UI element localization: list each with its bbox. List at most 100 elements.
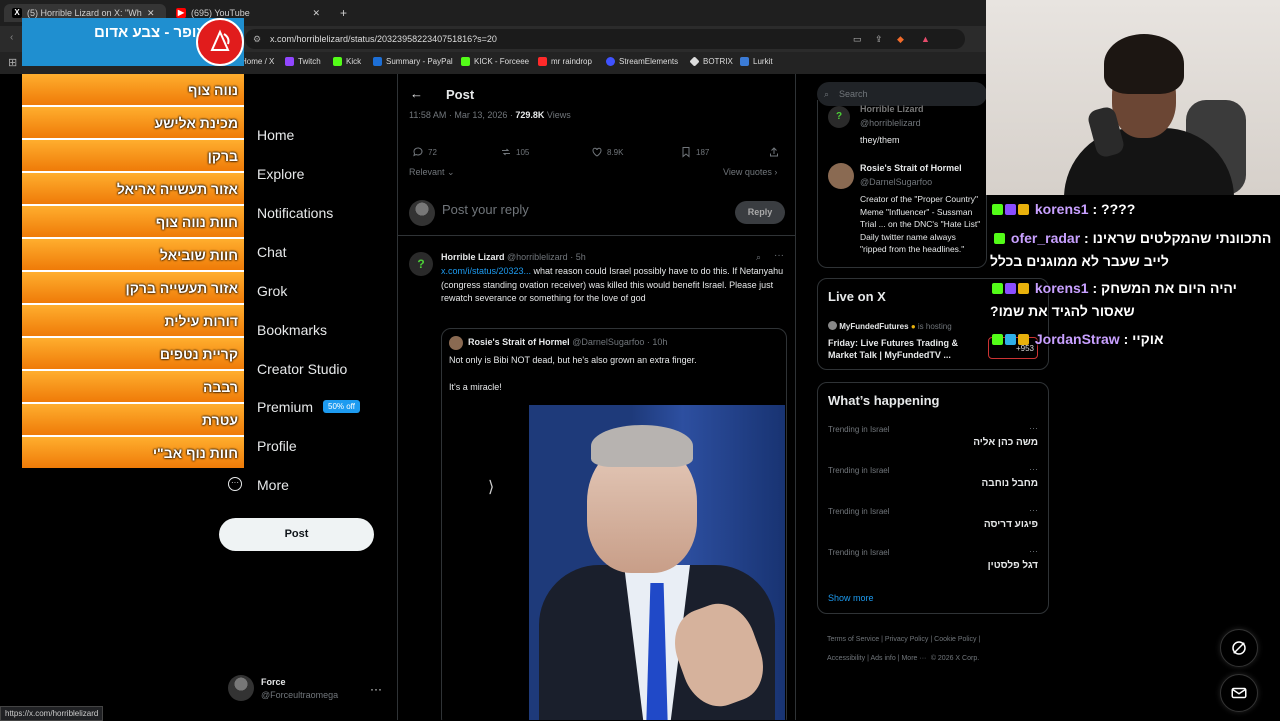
close-tab-icon[interactable]: ✕ (312, 8, 320, 19)
trend-more-icon[interactable]: ··· (1029, 505, 1038, 515)
bookmark-lurkit[interactable]: Lurkit (740, 57, 773, 66)
crown-badge-icon (1018, 334, 1029, 345)
bookmark-kick[interactable]: Kick (333, 57, 361, 66)
brave-shield-icon[interactable]: ◆ (897, 29, 904, 49)
nav-notifications[interactable]: Notifications (257, 205, 333, 221)
bookmark-mr-raindrop[interactable]: mr raindrop (538, 57, 592, 66)
live-title: Live on X (828, 289, 886, 304)
trend-more-icon[interactable]: ··· (1029, 423, 1038, 433)
chat-username: JordanStraw (1034, 331, 1120, 347)
tab-title: (695) YouTube (191, 8, 250, 18)
nav-home[interactable]: Home (257, 127, 294, 143)
footer-privacy[interactable]: Privacy Policy (885, 636, 929, 643)
person-name[interactable]: Horrible Lizard (860, 104, 924, 114)
lurkit-icon (740, 57, 749, 66)
live-event-title[interactable]: Friday: Live Futures Trading & Market Ta… (828, 337, 978, 361)
grok-button[interactable] (1220, 629, 1258, 667)
repost-stat[interactable]: 105 (500, 146, 529, 158)
red-alert-location: ברקן (22, 140, 244, 173)
chat-message: ofer_radar : התכוונתי שהמקלטים שראינו (994, 230, 1271, 246)
nav-bookmarks[interactable]: Bookmarks (257, 322, 327, 338)
address-bar[interactable]: ⚙ x.com/horriblelizard/status/2032395822… (245, 29, 965, 49)
nav-more[interactable]: More (257, 477, 289, 493)
trend-item[interactable]: מחבל נוחבה (982, 478, 1038, 489)
nav-profile[interactable]: Profile (257, 438, 297, 454)
video-player[interactable] (529, 405, 785, 720)
nav-explore[interactable]: Explore (257, 166, 304, 182)
footer-accessibility[interactable]: Accessibility (827, 655, 865, 662)
post-button[interactable]: Post (219, 518, 374, 551)
apps-grid-icon[interactable]: ⊞ (8, 56, 17, 69)
sidebar-footer: Terms of Service | Privacy Policy | Cook… (827, 636, 981, 662)
account-name[interactable]: Force (261, 677, 286, 687)
trend-item[interactable]: משה כהן אליה (973, 437, 1038, 448)
footer-ads-info[interactable]: Ads info (870, 655, 895, 662)
red-alert-location: אזור תעשייה אריאל (22, 173, 244, 206)
heart-icon (592, 147, 602, 157)
close-tab-icon[interactable]: ✕ (147, 8, 155, 19)
relevant-people-card: ? Horrible Lizard @horriblelizard they/t… (817, 100, 987, 268)
nav-creator-studio[interactable]: Creator Studio (257, 361, 347, 377)
nav-chat[interactable]: Chat (257, 244, 287, 260)
red-alert-locations: נווה צוף מכינת אלישע ברקן אזור תעשייה אריאל… (22, 74, 244, 468)
footer-more[interactable]: More ··· (901, 655, 926, 662)
tweet-time: · 5h (570, 252, 586, 262)
reply-button[interactable]: Reply (735, 201, 785, 224)
nav-grok[interactable]: Grok (257, 283, 287, 299)
bookmark-paypal[interactable]: Summary - PayPal (373, 57, 453, 66)
chat-message-continued: ?שאסור להגיד את שמו (990, 303, 1135, 319)
back-icon[interactable]: ‹ (10, 32, 13, 43)
bookmark-icon (682, 147, 690, 158)
bookmark-count: 187 (696, 147, 710, 157)
avatar[interactable] (228, 675, 254, 701)
views-label: Views (544, 110, 571, 120)
bookmark-botrix[interactable]: BOTRIX (689, 56, 733, 67)
new-tab-button[interactable]: + (332, 4, 355, 22)
share-icon[interactable]: ⇪ (875, 29, 883, 49)
quote-text-line2: It's a miracle! (449, 382, 502, 392)
trend-item[interactable]: פיגוע דריסה (984, 519, 1038, 530)
paypal-icon (373, 57, 382, 66)
bookmark-twitch[interactable]: Twitch (285, 57, 321, 66)
avatar[interactable]: ? (409, 252, 433, 276)
trend-more-icon[interactable]: ··· (1029, 546, 1038, 556)
avatar[interactable]: ? (828, 106, 850, 128)
tweet-link[interactable]: x.com/i/status/20323... (441, 266, 531, 276)
sort-dropdown[interactable]: Relevant ⌄ (409, 167, 455, 178)
messages-button[interactable] (1220, 674, 1258, 712)
site-settings-icon[interactable]: ⚙ (253, 29, 261, 49)
trend-item[interactable]: דגל פלסטין (988, 560, 1038, 571)
bookmark-streamelements[interactable]: StreamElements (606, 57, 678, 66)
carousel-prev-icon[interactable]: ⟩ (488, 477, 494, 497)
search-placeholder: Search (839, 89, 868, 99)
tweet-more-icon[interactable]: ··· (774, 250, 784, 261)
avatar[interactable] (828, 163, 854, 189)
rewards-icon[interactable]: ▲ (921, 29, 930, 49)
grok-icon[interactable]: ⌕ (756, 252, 761, 263)
account-menu-icon[interactable]: ··· (370, 682, 382, 696)
tweet-author[interactable]: Horrible Lizard (441, 252, 505, 262)
cast-icon[interactable]: ▭ (853, 29, 862, 49)
person-name[interactable]: Rosie's Strait of Hormel (860, 163, 962, 173)
show-more-link[interactable]: Show more (828, 593, 874, 603)
youtube-icon (538, 57, 547, 66)
view-quotes-link[interactable]: View quotes › (723, 167, 777, 177)
bookmark-kick-forceee[interactable]: KICK - Forceee (461, 57, 529, 66)
red-alert-location: דורות עילית (22, 305, 244, 338)
footer-terms[interactable]: Terms of Service (827, 636, 879, 643)
nav-premium[interactable]: Premium (257, 399, 313, 415)
bookmark-label: Summary - PayPal (386, 57, 453, 66)
like-stat[interactable]: 8.9K (591, 146, 623, 158)
reply-stat[interactable]: 72 (412, 146, 437, 158)
back-arrow-icon[interactable]: ← (410, 86, 423, 101)
reply-input[interactable]: Post your reply (442, 202, 529, 217)
footer-cookie[interactable]: Cookie Policy (934, 636, 976, 643)
person-handle: @horriblelizard (860, 118, 921, 128)
sub-badge-icon (1005, 204, 1016, 215)
trend-more-icon[interactable]: ··· (1029, 464, 1038, 474)
more-circle-icon[interactable]: ··· (228, 477, 242, 491)
live-host[interactable]: MyFundedFutures ● is hosting (828, 321, 952, 331)
quoted-tweet[interactable]: Rosie's Strait of Hormel @DarnelSugarfoo… (441, 328, 787, 720)
share-stat[interactable] (768, 146, 780, 158)
bookmark-stat[interactable]: 187 (680, 146, 709, 158)
